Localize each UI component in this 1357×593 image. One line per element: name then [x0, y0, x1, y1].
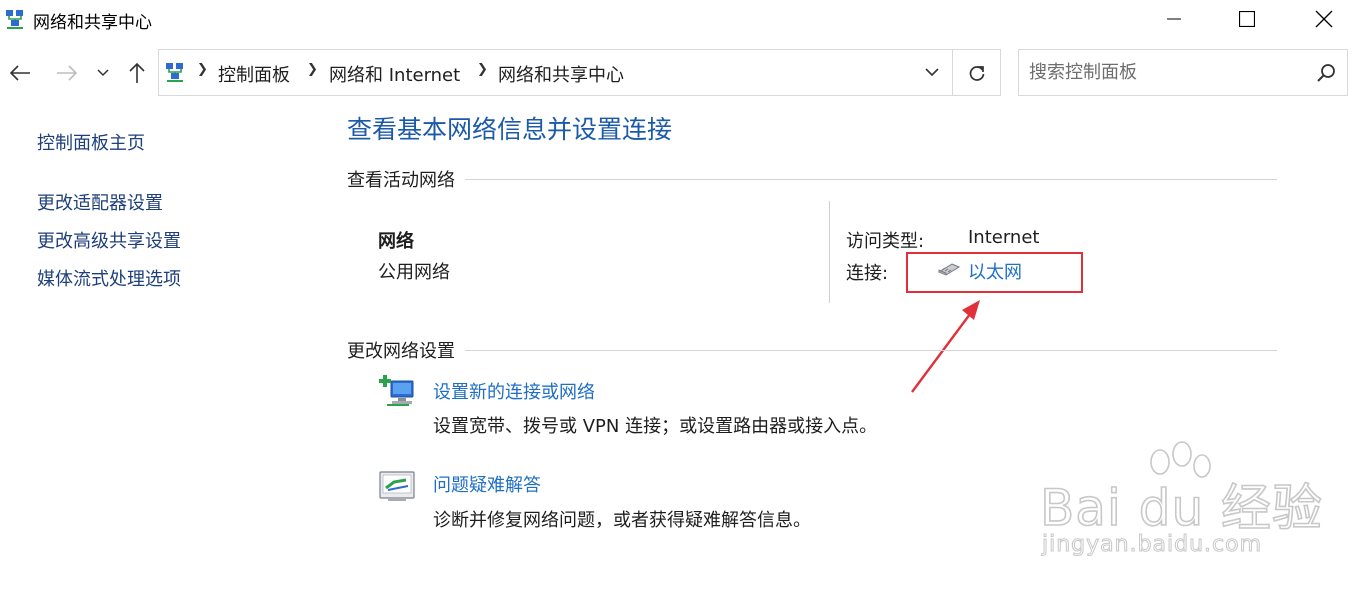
- chevron-down-icon: [925, 68, 939, 77]
- setup-new-connection-link[interactable]: 设置新的连接或网络: [433, 378, 595, 404]
- window-title: 网络和共享中心: [33, 13, 152, 33]
- setup-new-connection-description: 设置宽带、拨号或 VPN 连接；或设置路由器或接入点。: [433, 416, 878, 437]
- refresh-icon: [969, 65, 984, 81]
- search-box[interactable]: [1018, 49, 1348, 96]
- recent-locations-button[interactable]: [91, 58, 115, 88]
- left-link-media-streaming-options[interactable]: 媒体流式处理选项: [37, 265, 181, 291]
- breadcrumb-control-panel[interactable]: 控制面板: [218, 61, 290, 87]
- maximize-button[interactable]: [1224, 0, 1270, 38]
- arrow-left-icon: [9, 65, 30, 81]
- address-bar[interactable]: ❯ 控制面板 ❯ 网络和 Internet ❯ 网络和共享中心: [158, 49, 1001, 96]
- arrow-right-icon: [57, 65, 78, 81]
- up-button[interactable]: [123, 58, 151, 88]
- connections-label: 连接:: [846, 263, 889, 284]
- breadcrumb-separator-icon[interactable]: ❯: [477, 62, 488, 77]
- annotation-highlight-box: [906, 252, 1083, 293]
- minimize-button[interactable]: [1151, 0, 1197, 38]
- address-dropdown-button[interactable]: [913, 50, 951, 95]
- breadcrumb-network-internet[interactable]: 网络和 Internet: [329, 61, 460, 87]
- troubleshoot-problems-description: 诊断并修复网络问题，或者获得疑难解答信息。: [433, 510, 811, 531]
- network-profile-type: 公用网络: [378, 262, 450, 283]
- arrow-up-icon: [129, 62, 145, 83]
- section-heading-change-network-settings: 更改网络设置: [347, 337, 465, 363]
- troubleshoot-problems-link[interactable]: 问题疑难解答: [433, 471, 541, 497]
- chevron-down-icon: [97, 69, 109, 77]
- page-title: 查看基本网络信息并设置连接: [347, 115, 673, 144]
- close-button[interactable]: [1301, 0, 1347, 38]
- annotation-arrow-icon: [911, 300, 980, 393]
- refresh-button[interactable]: [953, 50, 1000, 95]
- watermark-domain: jingyan.baidu.com: [1041, 532, 1263, 558]
- search-icon[interactable]: [1316, 63, 1336, 83]
- back-button[interactable]: [6, 58, 34, 88]
- left-link-control-panel-home[interactable]: 控制面板主页: [37, 129, 145, 155]
- network-name: 网络: [378, 231, 414, 252]
- breadcrumb-separator-icon[interactable]: ❯: [307, 62, 318, 77]
- network-divider: [829, 201, 830, 303]
- section-divider: [347, 350, 1277, 351]
- minimize-icon: [1167, 18, 1181, 20]
- network-center-icon: [166, 63, 183, 82]
- search-input[interactable]: [1029, 59, 1299, 85]
- maximize-icon: [1239, 11, 1255, 27]
- network-center-icon: [6, 10, 23, 29]
- title-bar: 网络和共享中心: [0, 0, 1357, 40]
- breadcrumb-network-sharing-center[interactable]: 网络和共享中心: [498, 61, 624, 87]
- breadcrumb-separator-icon[interactable]: ❯: [197, 62, 208, 77]
- section-heading-active-networks: 查看活动网络: [347, 166, 465, 192]
- section-divider: [347, 179, 1277, 180]
- forward-button[interactable]: [53, 58, 81, 88]
- troubleshoot-icon[interactable]: [378, 466, 418, 506]
- left-link-change-adapter-settings[interactable]: 更改适配器设置: [37, 189, 163, 215]
- access-type-label: 访问类型:: [846, 231, 925, 252]
- left-link-advanced-sharing-settings[interactable]: 更改高级共享设置: [37, 227, 181, 253]
- access-type-value: Internet: [968, 227, 1040, 248]
- watermark-brand: Bai du 经验: [1039, 478, 1324, 538]
- new-connection-icon[interactable]: [378, 373, 418, 413]
- baidu-jingyan-watermark: Bai du 经验 jingyan.baidu.com: [1039, 440, 1323, 570]
- close-icon: [1315, 10, 1333, 28]
